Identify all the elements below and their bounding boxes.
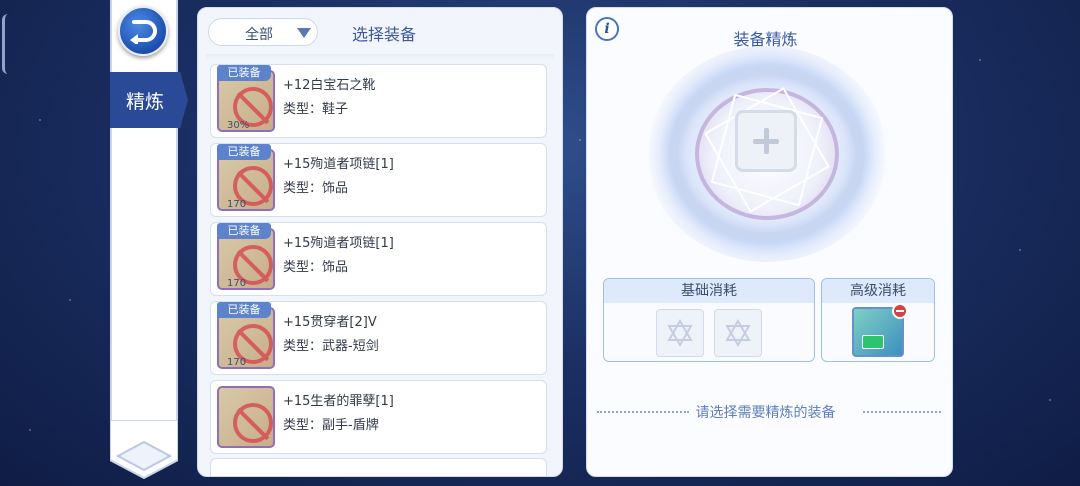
item-level: 30% bbox=[227, 120, 250, 131]
unavailable-icon bbox=[233, 403, 273, 443]
item-type: 类型：鞋子 bbox=[283, 102, 349, 117]
equipment-list-panel: 全部 选择装备 30% 已装备 +12白宝石之靴 类型：鞋子 170 已装备 +… bbox=[197, 7, 563, 477]
equipment-item[interactable]: +15生者的罪孽[1] 类型：副手-盾牌 bbox=[210, 380, 547, 454]
sidebar-strip bbox=[110, 0, 178, 460]
sidebar-bottom-ornament bbox=[110, 420, 178, 480]
tab-refine-label: 精炼 bbox=[126, 90, 165, 113]
item-name: +15贯穿者[2]V bbox=[283, 315, 377, 330]
item-level: 170 bbox=[227, 199, 247, 210]
advanced-cost-label: 高级消耗 bbox=[822, 279, 934, 303]
plus-icon bbox=[763, 128, 769, 154]
item-type: 类型：副手-盾牌 bbox=[283, 418, 379, 433]
refine-panel: i 装备精炼 基础消耗 高级消耗 请选择需要精炼的装备 bbox=[586, 7, 953, 477]
equipment-item[interactable]: 170 已装备 +15贯穿者[2]V 类型：武器-短剑 bbox=[210, 301, 547, 375]
basic-cost-slot[interactable] bbox=[714, 309, 762, 357]
advanced-material-item[interactable] bbox=[852, 303, 908, 357]
hint-divider-right bbox=[863, 411, 941, 413]
equipment-thumbnail bbox=[217, 386, 275, 448]
item-name: +15生者的罪孽[1] bbox=[283, 394, 394, 409]
filter-value: 全部 bbox=[245, 27, 273, 43]
basic-cost-slot[interactable] bbox=[656, 309, 704, 357]
item-type: 类型：饰品 bbox=[283, 260, 349, 275]
hexagram-icon bbox=[667, 319, 693, 347]
item-name: +15殉道者项链[1] bbox=[283, 236, 394, 251]
item-type: 类型：饰品 bbox=[283, 181, 349, 196]
equipped-badge: 已装备 bbox=[217, 302, 271, 318]
sidebar: 精炼 bbox=[110, 0, 188, 486]
add-equipment-slot[interactable] bbox=[735, 110, 797, 172]
list-title: 选择装备 bbox=[352, 25, 417, 44]
dropdown-arrow-icon bbox=[297, 28, 311, 38]
equipped-badge: 已装备 bbox=[217, 65, 271, 81]
tab-refine[interactable]: 精炼 bbox=[110, 72, 188, 128]
equipped-badge: 已装备 bbox=[217, 223, 271, 239]
category-filter-dropdown[interactable]: 全部 bbox=[208, 18, 318, 46]
item-type: 类型：武器-短剑 bbox=[283, 339, 379, 354]
equipment-item-partial[interactable] bbox=[210, 458, 547, 476]
basic-cost-label: 基础消耗 bbox=[604, 279, 814, 303]
left-edge-decoration bbox=[2, 14, 8, 74]
equipped-badge: 已装备 bbox=[217, 144, 271, 160]
back-arrow-icon bbox=[130, 20, 157, 44]
advanced-cost-box: 高级消耗 bbox=[821, 278, 935, 362]
item-level: 170 bbox=[227, 357, 247, 368]
item-name: +15殉道者项链[1] bbox=[283, 157, 394, 172]
hexagram-icon bbox=[725, 319, 751, 347]
equipment-item[interactable]: 170 已装备 +15殉道者项链[1] 类型：饰品 bbox=[210, 222, 547, 296]
equipment-item[interactable]: 170 已装备 +15殉道者项链[1] 类型：饰品 bbox=[210, 143, 547, 217]
list-divider bbox=[206, 54, 554, 60]
item-level: 170 bbox=[227, 278, 247, 289]
basic-cost-box: 基础消耗 bbox=[603, 278, 815, 362]
remove-icon[interactable] bbox=[892, 303, 908, 319]
equipment-item[interactable]: 30% 已装备 +12白宝石之靴 类型：鞋子 bbox=[210, 64, 547, 138]
back-button[interactable] bbox=[118, 6, 168, 56]
item-name: +12白宝石之靴 bbox=[283, 78, 376, 93]
material-icon bbox=[862, 335, 884, 349]
